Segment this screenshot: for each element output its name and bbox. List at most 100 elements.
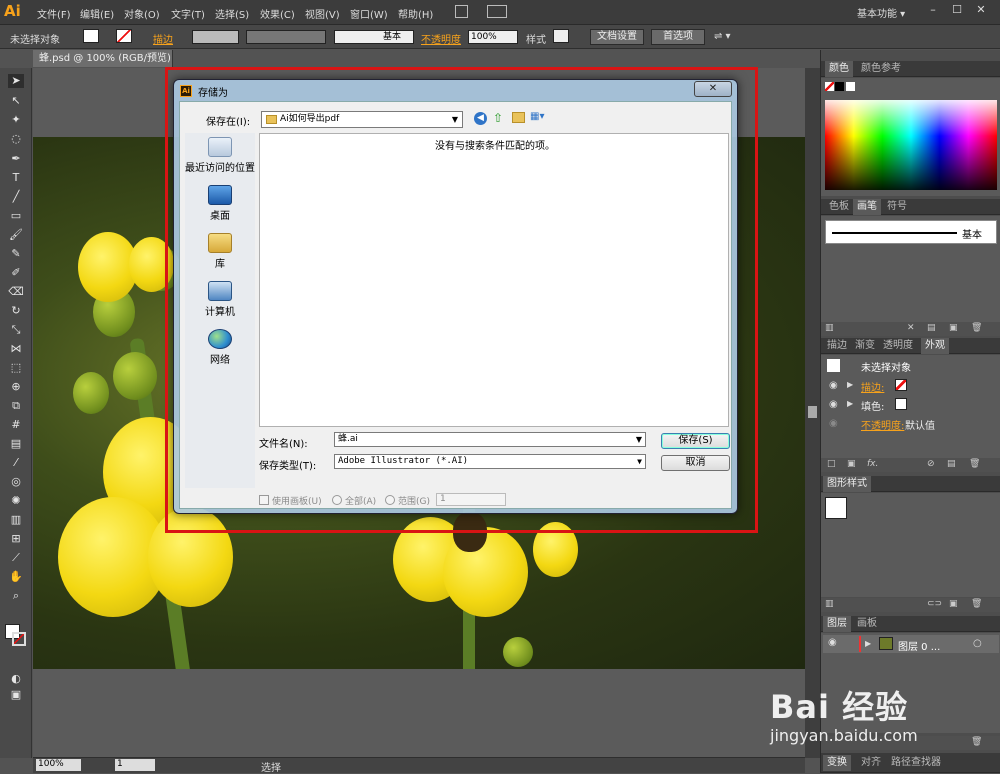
workspace-switcher[interactable]: 基本功能 ▾: [857, 5, 905, 20]
rotate-tool-icon[interactable]: ↻: [8, 304, 24, 318]
layer-name[interactable]: 图层 0 ...: [898, 638, 940, 653]
fill-swatch[interactable]: [83, 29, 99, 43]
gradient-tool-icon[interactable]: ▤: [8, 437, 24, 451]
type-tool-icon[interactable]: T: [8, 171, 24, 185]
magic-wand-tool-icon[interactable]: ✦: [8, 113, 24, 127]
paintbrush-tool-icon[interactable]: 🖌: [8, 228, 24, 242]
width-tool-icon[interactable]: ⋈: [8, 342, 24, 356]
status-mode[interactable]: 选择: [261, 759, 281, 774]
layer-row[interactable]: ◉ ▶ 图层 0 ... ○: [823, 635, 999, 653]
direct-selection-tool-icon[interactable]: ↖: [8, 94, 24, 108]
tab-color-guide[interactable]: 颜色参考: [857, 61, 905, 77]
selection-tool-icon[interactable]: ➤: [8, 74, 24, 88]
appearance-opacity-label[interactable]: 不透明度:: [861, 417, 904, 432]
opacity-label[interactable]: 不透明度: [421, 31, 461, 46]
close-icon[interactable]: ✕: [970, 3, 992, 19]
tab-gradient[interactable]: 渐变: [851, 338, 879, 354]
appearance-fill-label[interactable]: 填色:: [861, 398, 884, 413]
menu-object[interactable]: 对象(O): [124, 6, 160, 21]
menu-edit[interactable]: 编辑(E): [80, 6, 114, 21]
screen-mode-icon[interactable]: ▣: [8, 688, 24, 702]
tab-symbols[interactable]: 符号: [883, 199, 911, 215]
document-setup-button[interactable]: 文档设置: [590, 29, 644, 45]
layer-visibility-icon[interactable]: ◉: [828, 637, 837, 648]
tab-stroke[interactable]: 描边: [823, 338, 851, 354]
stroke-swatch[interactable]: [116, 29, 132, 43]
variable-width-dropdown[interactable]: [246, 30, 326, 44]
rectangle-tool-icon[interactable]: ▭: [8, 209, 24, 223]
blend-tool-icon[interactable]: ◎: [8, 475, 24, 489]
black-swatch[interactable]: [835, 82, 844, 91]
visibility-eye-icon[interactable]: ◉: [829, 380, 838, 391]
eraser-tool-icon[interactable]: ⌫: [8, 285, 24, 299]
minimize-icon[interactable]: –: [922, 3, 944, 19]
zoom-tool-icon[interactable]: ⌕: [8, 589, 24, 603]
break-link-icon[interactable]: ⊂⊃: [927, 599, 942, 609]
stroke-weight-dropdown[interactable]: [192, 30, 239, 44]
zoom-dropdown[interactable]: 100%: [36, 759, 81, 771]
visibility-eye-icon[interactable]: ◉: [829, 399, 838, 410]
opacity-input[interactable]: 100%: [468, 30, 518, 44]
maximize-icon[interactable]: ☐: [946, 3, 968, 19]
line-tool-icon[interactable]: ╱: [8, 190, 24, 204]
pencil-tool-icon[interactable]: ✎: [8, 247, 24, 261]
shape-builder-tool-icon[interactable]: ⊕: [8, 380, 24, 394]
add-effect-icon[interactable]: fx.: [867, 459, 878, 469]
clear-appearance-icon[interactable]: ⊘: [927, 459, 935, 469]
appearance-stroke-swatch[interactable]: [895, 379, 907, 391]
tab-layers[interactable]: 图层: [823, 616, 851, 632]
scale-tool-icon[interactable]: ⤡: [8, 323, 24, 337]
delete-brush-icon[interactable]: 🗑: [971, 323, 982, 333]
menu-window[interactable]: 窗口(W): [350, 6, 388, 21]
tab-swatches[interactable]: 色板: [825, 199, 853, 215]
stroke-color-icon[interactable]: [12, 632, 26, 646]
tab-transparency[interactable]: 透明度: [879, 338, 917, 354]
blob-brush-tool-icon[interactable]: ✐: [8, 266, 24, 280]
tab-brushes[interactable]: 画笔: [853, 199, 881, 215]
menu-help[interactable]: 帮助(H): [398, 6, 433, 21]
brush-options-icon[interactable]: ▤: [927, 323, 936, 333]
lasso-tool-icon[interactable]: ◌: [8, 132, 24, 146]
white-swatch[interactable]: [846, 82, 855, 91]
brush-dropdown[interactable]: 基本: [334, 30, 414, 44]
document-tab[interactable]: 蜂.psd @ 100% (RGB/预览): [33, 50, 173, 67]
tab-graphic-styles[interactable]: 图形样式: [823, 476, 871, 492]
style-library-icon[interactable]: ▥: [825, 599, 834, 609]
layer-expand-icon[interactable]: ▶: [865, 639, 871, 648]
style-swatch[interactable]: [553, 29, 569, 43]
slice-tool-icon[interactable]: ⟋: [8, 551, 24, 565]
menu-effect[interactable]: 效果(C): [260, 6, 295, 21]
vertical-scrollbar[interactable]: [805, 68, 820, 758]
menu-view[interactable]: 视图(V): [305, 6, 340, 21]
duplicate-item-icon[interactable]: ▤: [947, 459, 956, 469]
perspective-grid-tool-icon[interactable]: ⧉: [8, 399, 24, 413]
expand-arrow-icon[interactable]: ▶: [847, 399, 853, 408]
hand-tool-icon[interactable]: ✋: [8, 570, 24, 584]
pen-tool-icon[interactable]: ✒: [8, 152, 24, 166]
new-style-icon[interactable]: ▣: [949, 599, 958, 609]
new-brush-icon[interactable]: ▣: [949, 323, 958, 333]
column-graph-tool-icon[interactable]: ▥: [8, 513, 24, 527]
symbol-sprayer-tool-icon[interactable]: ✺: [8, 494, 24, 508]
color-spectrum[interactable]: [825, 100, 997, 190]
arrange-documents-icon[interactable]: [487, 5, 507, 18]
bridge-icon[interactable]: [455, 5, 468, 18]
mesh-tool-icon[interactable]: #: [8, 418, 24, 432]
tab-artboards[interactable]: 画板: [853, 616, 881, 632]
appearance-stroke-label[interactable]: 描边:: [861, 379, 884, 394]
visibility-eye-icon[interactable]: ◉: [829, 418, 838, 429]
brush-library-icon[interactable]: ▥: [825, 323, 834, 333]
delete-item-icon[interactable]: 🗑: [969, 459, 980, 469]
menu-select[interactable]: 选择(S): [215, 6, 249, 21]
appearance-fill-swatch[interactable]: [895, 398, 907, 410]
default-graphic-style[interactable]: [825, 497, 847, 519]
free-transform-tool-icon[interactable]: ⬚: [8, 361, 24, 375]
none-swatch[interactable]: [825, 82, 834, 91]
layer-target-icon[interactable]: ○: [973, 638, 982, 649]
remove-brush-stroke-icon[interactable]: ✕: [907, 323, 915, 333]
artboard-tool-icon[interactable]: ⊞: [8, 532, 24, 546]
stroke-label[interactable]: 描边: [153, 31, 173, 46]
add-stroke-icon[interactable]: □: [827, 459, 836, 469]
expand-arrow-icon[interactable]: ▶: [847, 380, 853, 389]
add-fill-icon[interactable]: ▣: [847, 459, 856, 469]
